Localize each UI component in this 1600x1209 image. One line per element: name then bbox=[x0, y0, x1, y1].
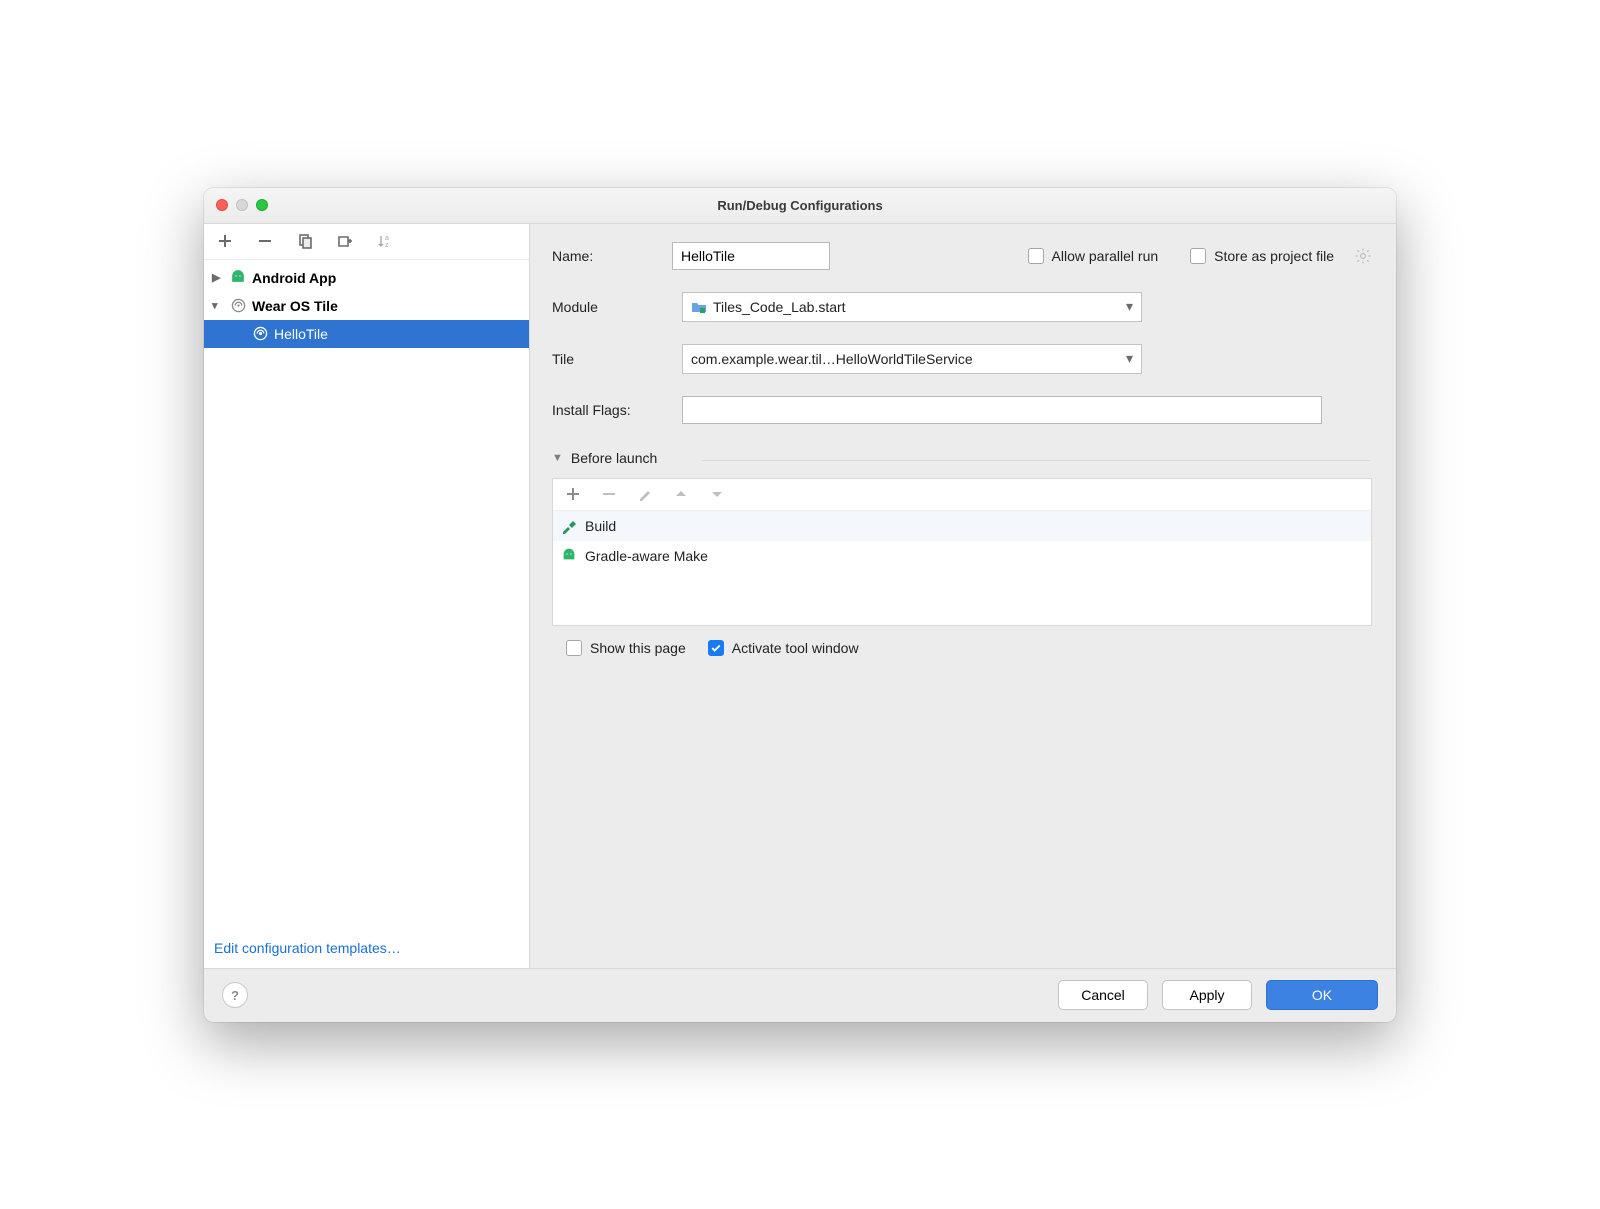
before-launch-section: ▼ Before launch bbox=[552, 450, 1372, 656]
cancel-button[interactable]: Cancel bbox=[1058, 980, 1148, 1010]
before-launch-item-gradle[interactable]: Gradle-aware Make bbox=[553, 541, 1371, 571]
tree-node-android-app[interactable]: ▶ Android App bbox=[204, 264, 529, 292]
name-label: Name: bbox=[552, 248, 658, 264]
module-folder-icon bbox=[691, 299, 707, 315]
wear-tile-icon bbox=[230, 298, 246, 314]
sidebar: az ▶ Android App ▾ Wear OS Tile bbox=[204, 224, 530, 968]
before-launch-up-button[interactable] bbox=[673, 486, 689, 502]
module-label: Module bbox=[552, 299, 668, 315]
ok-button[interactable]: OK bbox=[1266, 980, 1378, 1010]
allow-parallel-checkbox[interactable]: Allow parallel run bbox=[1028, 248, 1159, 264]
copy-config-button[interactable] bbox=[294, 230, 316, 252]
titlebar: Run/Debug Configurations bbox=[204, 188, 1396, 224]
list-item-label: Build bbox=[585, 518, 616, 534]
module-dropdown[interactable]: Tiles_Code_Lab.start ▾ bbox=[682, 292, 1142, 322]
chevron-down-icon: ▾ bbox=[1126, 350, 1133, 367]
android-icon bbox=[561, 548, 577, 564]
save-config-button[interactable] bbox=[334, 230, 356, 252]
before-launch-list: Build Gradle-aware Make bbox=[553, 511, 1371, 625]
name-input[interactable] bbox=[672, 242, 830, 270]
tile-value: com.example.wear.til…HelloWorldTileServi… bbox=[691, 351, 973, 367]
svg-text:a: a bbox=[385, 235, 389, 242]
tree-label: HelloTile bbox=[274, 326, 328, 342]
android-icon bbox=[230, 270, 246, 286]
before-launch-down-button[interactable] bbox=[709, 486, 725, 502]
before-launch-remove-button[interactable] bbox=[601, 486, 617, 502]
before-launch-item-build[interactable]: Build bbox=[553, 511, 1371, 541]
collapse-triangle-icon[interactable]: ▼ bbox=[552, 452, 563, 464]
install-flags-input[interactable] bbox=[682, 396, 1322, 424]
tree-node-wear-tile[interactable]: ▾ Wear OS Tile bbox=[204, 292, 529, 320]
before-launch-edit-button[interactable] bbox=[637, 486, 653, 502]
remove-config-button[interactable] bbox=[254, 230, 276, 252]
tree-label: Android App bbox=[252, 270, 336, 286]
tile-dropdown[interactable]: com.example.wear.til…HelloWorldTileServi… bbox=[682, 344, 1142, 374]
dialog-window: Run/Debug Configurations az bbox=[204, 188, 1396, 1022]
tree-label: Wear OS Tile bbox=[252, 298, 338, 314]
activate-tool-window-checkbox[interactable]: Activate tool window bbox=[708, 640, 859, 656]
tile-label: Tile bbox=[552, 351, 668, 367]
sort-config-button[interactable]: az bbox=[374, 230, 396, 252]
show-this-page-checkbox[interactable]: Show this page bbox=[566, 640, 686, 656]
tree-node-hellotile[interactable]: HelloTile bbox=[204, 320, 529, 348]
wear-tile-icon bbox=[252, 326, 268, 342]
config-form: Name: Allow parallel run Store as projec… bbox=[530, 224, 1396, 968]
dialog-footer: ? Cancel Apply OK bbox=[204, 968, 1396, 1022]
chevron-right-icon: ▶ bbox=[212, 271, 224, 284]
install-flags-label: Install Flags: bbox=[552, 402, 668, 418]
svg-text:z: z bbox=[385, 242, 389, 249]
gear-icon[interactable] bbox=[1354, 247, 1372, 265]
chevron-down-icon: ▾ bbox=[212, 299, 224, 312]
sidebar-toolbar: az bbox=[204, 224, 529, 260]
hammer-icon bbox=[561, 518, 577, 534]
window-title: Run/Debug Configurations bbox=[204, 198, 1396, 213]
help-button[interactable]: ? bbox=[222, 982, 248, 1008]
add-config-button[interactable] bbox=[214, 230, 236, 252]
store-project-file-checkbox[interactable]: Store as project file bbox=[1190, 248, 1334, 264]
module-value: Tiles_Code_Lab.start bbox=[713, 299, 846, 315]
chevron-down-icon: ▾ bbox=[1126, 298, 1133, 315]
apply-button[interactable]: Apply bbox=[1162, 980, 1252, 1010]
before-launch-title: Before launch bbox=[571, 450, 657, 466]
before-launch-add-button[interactable] bbox=[565, 486, 581, 502]
edit-templates-link[interactable]: Edit configuration templates… bbox=[214, 940, 401, 956]
config-tree: ▶ Android App ▾ Wear OS Tile bbox=[204, 260, 529, 930]
list-item-label: Gradle-aware Make bbox=[585, 548, 708, 564]
